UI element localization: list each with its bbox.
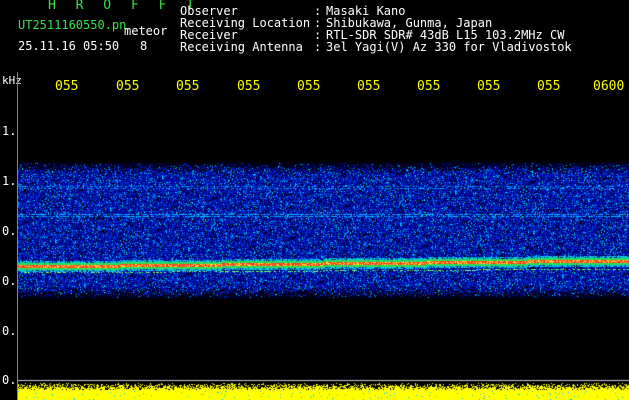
- file-name: UT2511160550.pn: [18, 18, 127, 32]
- time-tick: 055: [537, 79, 561, 94]
- antenna-value: 3el Yagi(V) Az 330 for Vladivostok: [326, 40, 572, 54]
- spectrogram-canvas: [18, 100, 629, 400]
- time-tick: 055: [477, 79, 501, 94]
- detection-count: 8: [140, 39, 148, 53]
- time-tick: 055: [176, 79, 200, 94]
- time-tick: 055: [116, 79, 140, 94]
- time-tick: 055: [55, 79, 79, 94]
- time-tick: 055: [297, 79, 321, 94]
- colon-separator: :: [314, 40, 322, 54]
- file-extension-label: meteor: [124, 24, 168, 38]
- time-tick: 055: [237, 79, 261, 94]
- time-tick: 055: [417, 79, 441, 94]
- app-title: H R O F F T: [48, 0, 201, 13]
- antenna-label: Receiving Antenna: [180, 40, 303, 54]
- time-tick: 0600: [593, 79, 625, 94]
- time-tick: 055: [357, 79, 381, 94]
- y-axis-unit: kHz: [2, 74, 22, 87]
- date-time: 25.11.16 05:50: [18, 39, 120, 53]
